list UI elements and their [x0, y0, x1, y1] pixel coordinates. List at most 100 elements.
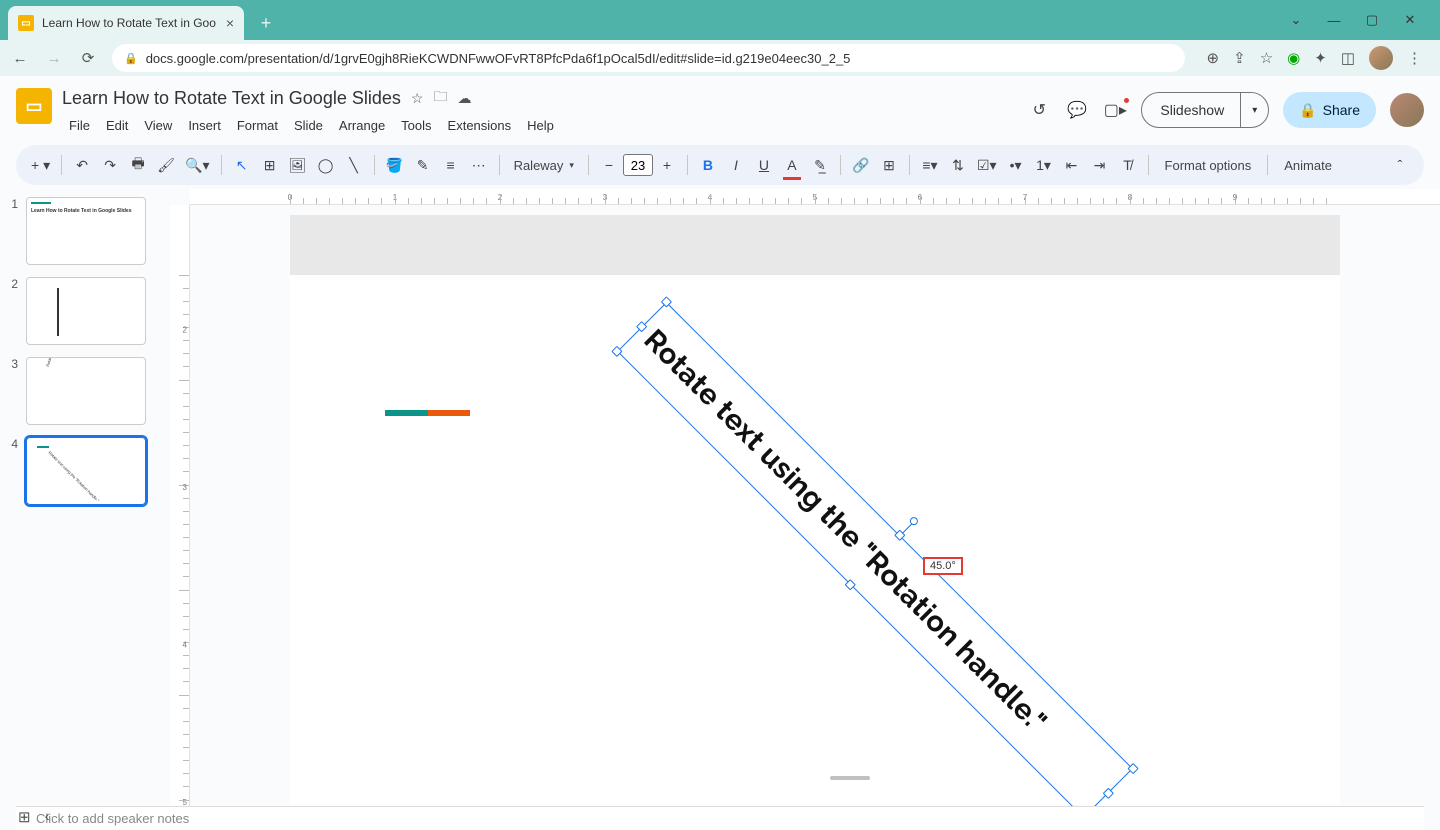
menu-arrange[interactable]: Arrange	[332, 114, 392, 137]
image-icon[interactable]: 🖼	[286, 151, 310, 179]
share-page-icon[interactable]: ⇪	[1233, 49, 1246, 67]
shape-icon[interactable]: ◯	[314, 151, 338, 179]
line-spacing-icon[interactable]: ⇅	[946, 151, 970, 179]
slideshow-button[interactable]: Slideshow ▾	[1141, 92, 1269, 128]
slide-canvas[interactable]: Rotate text using the "Rotation handle."	[290, 275, 1340, 805]
document-title[interactable]: Learn How to Rotate Text in Google Slide…	[62, 88, 401, 109]
border-weight-icon[interactable]: ≡	[439, 151, 463, 179]
window-controls: ⌄ — ▢ ✕	[1280, 0, 1440, 40]
menu-file[interactable]: File	[62, 114, 97, 137]
line-icon[interactable]: ╲	[342, 151, 366, 179]
cloud-saved-icon[interactable]: ☁	[457, 90, 471, 107]
textbox-icon[interactable]: ⊞	[258, 151, 282, 179]
slide-thumbnail-1[interactable]: Learn How to Rotate Text in Google Slide…	[26, 197, 146, 265]
highlight-button[interactable]: ✎̲	[808, 151, 832, 179]
text-box-selection[interactable]: Rotate text using the "Rotation handle."	[617, 302, 1133, 806]
underline-button[interactable]: U	[752, 151, 776, 179]
close-tab-icon[interactable]: ×	[226, 15, 234, 31]
zoom-dropdown[interactable]: 🔍▾	[182, 151, 212, 179]
menu-edit[interactable]: Edit	[99, 114, 135, 137]
sidepanel-icon[interactable]: ◫	[1341, 49, 1355, 67]
account-avatar[interactable]	[1390, 93, 1424, 127]
bullet-list-icon[interactable]: •▾	[1004, 151, 1028, 179]
new-tab-button[interactable]: +	[252, 9, 280, 37]
grid-view-icon[interactable]: ⊞	[18, 808, 31, 826]
slideshow-caret-icon[interactable]: ▾	[1240, 93, 1268, 127]
align-dropdown[interactable]: ≡▾	[918, 151, 942, 179]
chevron-down-icon[interactable]: ⌄	[1280, 4, 1312, 36]
font-family-select[interactable]: Raleway▾	[508, 158, 580, 173]
format-options-button[interactable]: Format options	[1157, 158, 1260, 173]
accent-bar	[385, 410, 470, 416]
insert-link-icon[interactable]: 🔗	[849, 151, 873, 179]
history-icon[interactable]: ↺	[1027, 98, 1051, 122]
menu-format[interactable]: Format	[230, 114, 285, 137]
minimize-icon[interactable]: —	[1318, 4, 1350, 36]
horizontal-ruler[interactable]: 0123456789	[190, 189, 1440, 205]
present-video-icon[interactable]: ▢▸	[1103, 98, 1127, 122]
bookmark-icon[interactable]: ☆	[1260, 49, 1273, 67]
zoom-icon[interactable]: ⊕	[1207, 49, 1220, 67]
forward-icon[interactable]: →	[44, 48, 64, 68]
thumbnail-panel: 1 Learn How to Rotate Text in Google Sli…	[0, 189, 170, 806]
font-size-input[interactable]	[623, 154, 653, 176]
thumb-number: 4	[10, 437, 18, 505]
menu-help[interactable]: Help	[520, 114, 561, 137]
checklist-icon[interactable]: ☑▾	[974, 151, 1000, 179]
border-color-icon[interactable]: ✎	[411, 151, 435, 179]
new-slide-button[interactable]: + ▾	[28, 151, 53, 179]
bold-button[interactable]: B	[696, 151, 720, 179]
slide-thumbnail-2[interactable]	[26, 277, 146, 345]
slide-thumbnail-3[interactable]: Rotate text using	[26, 357, 146, 425]
thumb-number: 1	[10, 197, 18, 265]
indent-decrease-icon[interactable]: ⇤	[1060, 151, 1084, 179]
tab-strip: ▭ Learn How to Rotate Text in Goo × + ⌄ …	[0, 0, 1440, 40]
close-window-icon[interactable]: ✕	[1394, 4, 1426, 36]
fill-color-icon[interactable]: 🪣	[383, 151, 407, 179]
insert-comment-icon[interactable]: ⊞	[877, 151, 901, 179]
number-list-icon[interactable]: 1▾	[1032, 151, 1056, 179]
animate-button[interactable]: Animate	[1276, 158, 1340, 173]
star-icon[interactable]: ☆	[411, 90, 424, 107]
undo-icon[interactable]: ↶	[70, 151, 94, 179]
move-icon[interactable]: 🗀	[433, 86, 447, 110]
vertical-ruler[interactable]: 012345	[170, 205, 190, 806]
border-dash-icon[interactable]: ⋯	[467, 151, 491, 179]
slides-logo[interactable]: ▭	[16, 88, 52, 124]
menu-extensions[interactable]: Extensions	[441, 114, 519, 137]
notes-drag-handle[interactable]	[830, 776, 870, 780]
select-tool-icon[interactable]: ↖	[230, 151, 254, 179]
text-box-content[interactable]: Rotate text using the "Rotation handle."	[617, 302, 1133, 806]
back-icon[interactable]: ←	[10, 48, 30, 68]
menu-view[interactable]: View	[137, 114, 179, 137]
share-button[interactable]: 🔒 Share	[1283, 92, 1376, 128]
italic-button[interactable]: I	[724, 151, 748, 179]
print-icon[interactable]: 🖶	[126, 151, 150, 179]
browser-tab[interactable]: ▭ Learn How to Rotate Text in Goo ×	[8, 6, 244, 40]
text-color-button[interactable]: A	[780, 151, 804, 179]
clear-formatting-icon[interactable]: T̸	[1116, 151, 1140, 179]
collapse-panel-icon[interactable]: ‹	[45, 808, 50, 826]
kebab-menu-icon[interactable]: ⋮	[1407, 49, 1422, 67]
rotation-angle-tooltip: 45.0°	[923, 557, 963, 575]
slide-thumbnail-4[interactable]: Rotate text using the "Rotation handle."	[26, 437, 146, 505]
paint-format-icon[interactable]: 🖌	[154, 151, 178, 179]
collapse-toolbar-icon[interactable]: ˆ	[1388, 151, 1412, 179]
url-field[interactable]: 🔒 docs.google.com/presentation/d/1grvE0g…	[112, 44, 1185, 72]
speaker-notes[interactable]: Click to add speaker notes	[16, 806, 1424, 830]
extension-grammarly-icon[interactable]: ◉	[1287, 49, 1300, 67]
browser-profile-avatar[interactable]	[1369, 46, 1393, 70]
font-size-increase[interactable]: +	[655, 151, 679, 179]
redo-icon[interactable]: ↷	[98, 151, 122, 179]
maximize-icon[interactable]: ▢	[1356, 4, 1388, 36]
menu-slide[interactable]: Slide	[287, 114, 330, 137]
tab-title: Learn How to Rotate Text in Goo	[42, 16, 216, 30]
font-size-decrease[interactable]: −	[597, 151, 621, 179]
menu-insert[interactable]: Insert	[181, 114, 228, 137]
slides-favicon: ▭	[18, 15, 34, 31]
menu-tools[interactable]: Tools	[394, 114, 438, 137]
indent-increase-icon[interactable]: ⇥	[1088, 151, 1112, 179]
reload-icon[interactable]: ⟳	[78, 48, 98, 68]
comments-icon[interactable]: 💬	[1065, 98, 1089, 122]
extensions-icon[interactable]: ✦	[1314, 49, 1327, 67]
